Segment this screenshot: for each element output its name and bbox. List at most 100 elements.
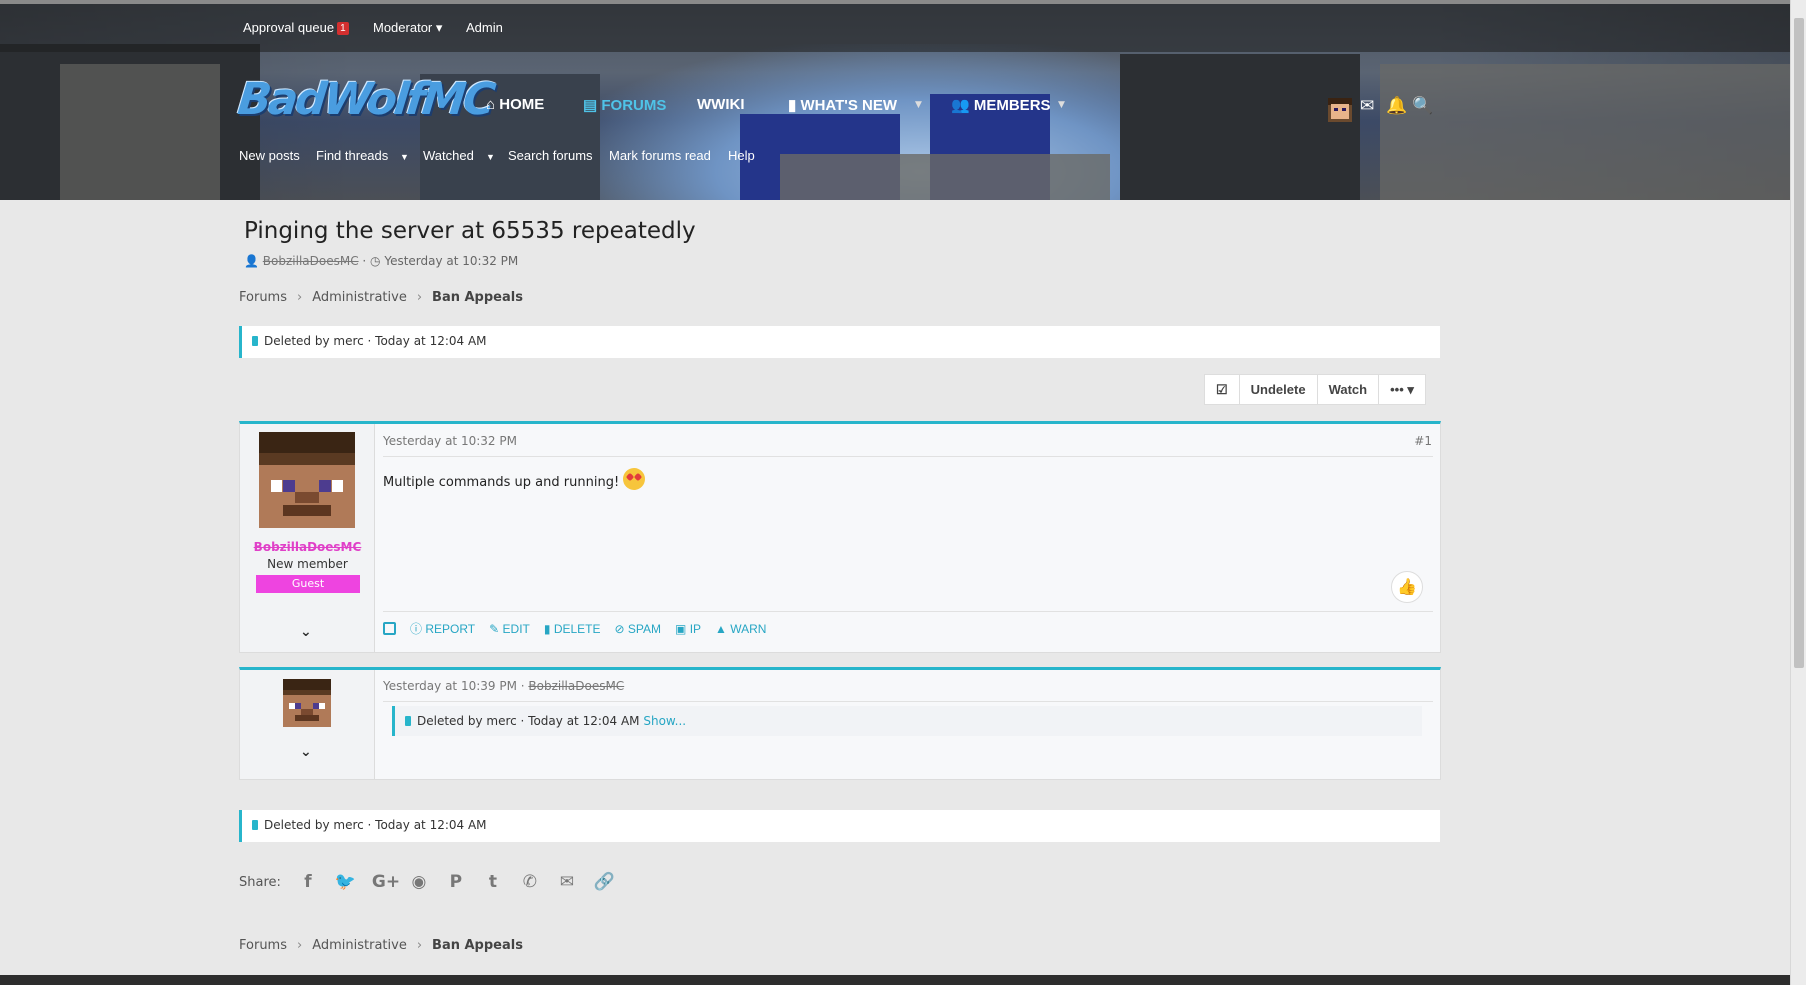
like-reaction-icon[interactable]: 👍	[1391, 571, 1423, 603]
thread-actions: ☑ Undelete Watch ••• ▾	[1204, 374, 1426, 405]
spam-link[interactable]: ⊘ SPAM	[615, 622, 662, 636]
home-icon: ⌂	[486, 96, 496, 113]
watched-caret-icon[interactable]: ▼	[486, 152, 495, 162]
subnav-watched[interactable]: Watched	[423, 148, 474, 163]
search-icon[interactable]: 🔍	[1412, 96, 1433, 116]
deleted-post-notice: Deleted by merc · Today at 12:04 AM Show…	[392, 706, 1422, 736]
deleted-notice-bottom: Deleted by merc · Today at 12:04 AM	[239, 810, 1440, 842]
link-icon[interactable]: 🔗	[594, 872, 615, 892]
facebook-icon[interactable]: f	[298, 872, 318, 892]
breadcrumb-forums[interactable]: Forums	[239, 938, 287, 953]
window-bottom-bar	[0, 975, 1790, 985]
find-threads-caret-icon[interactable]: ▼	[400, 152, 409, 162]
moderator-menu[interactable]: Moderator ▾	[373, 20, 442, 36]
show-deleted-link[interactable]: Show...	[643, 714, 686, 728]
post-2-meta: Yesterday at 10:39 PM · BobzillaDoesMC	[383, 679, 625, 693]
warn-link[interactable]: ▲ WARN	[715, 622, 766, 636]
post-2-date[interactable]: Yesterday at 10:39 PM	[383, 679, 517, 693]
subnav-find-threads[interactable]: Find threads	[316, 148, 388, 163]
post-2-author[interactable]: BobzillaDoesMC	[528, 679, 624, 693]
post-1-user-panel: BobzillaDoesMC New member Guest ⌄	[240, 424, 375, 652]
delete-link[interactable]: ▮ DELETE	[544, 622, 601, 636]
site-logo[interactable]: BadWolfMC	[235, 74, 495, 125]
approval-count-badge: 1	[337, 22, 349, 35]
page-scrollbar[interactable]	[1790, 0, 1806, 985]
user-title: New member	[267, 557, 348, 571]
whats-new-icon: ▮	[788, 97, 797, 114]
approval-queue-link[interactable]: Approval queue 1	[243, 20, 349, 35]
nav-wiki[interactable]: WWIKI	[697, 96, 745, 113]
trash-icon	[252, 820, 258, 830]
user-icon: 👤	[244, 254, 259, 268]
nav-whats-new[interactable]: ▮ WHAT'S NEW	[788, 96, 897, 114]
members-caret-icon[interactable]: ▼	[1058, 100, 1065, 110]
nav-forums[interactable]: ▤ FORUMS	[583, 96, 666, 114]
post-2-user-panel: ⌄	[240, 670, 375, 779]
clock-icon: ◷	[370, 254, 381, 268]
deleted-notice-top: Deleted by merc · Today at 12:04 AM	[239, 326, 1440, 358]
breadcrumb: Forums › Administrative › Ban Appeals	[239, 290, 523, 305]
thread-date[interactable]: Yesterday at 10:32 PM	[384, 254, 518, 268]
castle-bridge	[780, 154, 1110, 200]
subnav-help[interactable]: Help	[728, 148, 755, 163]
subnav-mark-forums-read[interactable]: Mark forums read	[609, 148, 711, 163]
expand-chevron-icon[interactable]: ⌄	[300, 744, 312, 760]
subnav-search-forums[interactable]: Search forums	[508, 148, 593, 163]
subnav-new-posts[interactable]: New posts	[239, 148, 300, 163]
scrollbar-thumb[interactable]	[1794, 18, 1804, 668]
user-banner: Guest	[256, 575, 360, 593]
page-title: Pinging the server at 65535 repeatedly	[244, 218, 696, 244]
castle-stone-left	[60, 64, 220, 200]
select-post-checkbox[interactable]	[383, 622, 396, 635]
expand-chevron-icon[interactable]: ⌄	[300, 624, 312, 640]
account-avatar[interactable]	[1328, 98, 1352, 122]
wiki-icon: W	[697, 96, 712, 113]
twitter-icon[interactable]: 🐦	[335, 872, 356, 892]
post-footer-divider	[383, 611, 1433, 612]
post-2: ⌄ Yesterday at 10:39 PM · BobzillaDoesMC…	[239, 667, 1441, 780]
share-label: Share:	[239, 874, 281, 890]
reddit-icon[interactable]: ◉	[409, 872, 429, 892]
post-1: BobzillaDoesMC New member Guest ⌄ Yester…	[239, 421, 1441, 653]
ip-link[interactable]: ▣ IP	[675, 622, 701, 636]
members-icon: 👥	[951, 97, 970, 114]
post-divider	[383, 456, 1433, 457]
more-options-button[interactable]: ••• ▾	[1379, 375, 1425, 404]
post-2-divider	[383, 701, 1433, 702]
alerts-bell-icon[interactable]: 🔔	[1386, 96, 1407, 116]
pinterest-icon[interactable]: P	[446, 872, 466, 892]
watch-button[interactable]: Watch	[1318, 375, 1380, 404]
post-body: Multiple commands up and running!	[383, 468, 646, 490]
tumblr-icon[interactable]: t	[483, 872, 503, 892]
inbox-icon[interactable]: ✉	[1360, 96, 1374, 116]
post-number[interactable]: #1	[1414, 434, 1432, 448]
breadcrumb-ban-appeals[interactable]: Ban Appeals	[432, 290, 523, 305]
nav-home[interactable]: ⌂ HOME	[486, 96, 544, 113]
trash-icon	[252, 336, 258, 346]
trash-icon	[405, 716, 411, 726]
post-username[interactable]: BobzillaDoesMC	[240, 540, 375, 554]
user-avatar-small[interactable]	[283, 679, 331, 727]
undelete-button[interactable]: Undelete	[1240, 375, 1318, 404]
user-avatar[interactable]	[259, 432, 355, 528]
thread-meta: 👤 BobzillaDoesMC · ◷ Yesterday at 10:32 …	[244, 254, 519, 268]
breadcrumb-administrative[interactable]: Administrative	[312, 938, 407, 953]
breadcrumb-forums[interactable]: Forums	[239, 290, 287, 305]
google-plus-icon[interactable]: G+	[372, 872, 400, 892]
castle-stone-right	[1380, 64, 1790, 200]
post-date[interactable]: Yesterday at 10:32 PM	[383, 434, 517, 448]
thread-author[interactable]: BobzillaDoesMC	[263, 254, 359, 268]
forums-icon: ▤	[583, 97, 598, 114]
whats-new-caret-icon[interactable]: ▼	[915, 100, 922, 110]
email-icon[interactable]: ✉	[557, 872, 577, 892]
admin-link[interactable]: Admin	[466, 20, 503, 35]
breadcrumb-bottom: Forums › Administrative › Ban Appeals	[239, 938, 523, 953]
edit-link[interactable]: ✎ EDIT	[489, 622, 530, 636]
whatsapp-icon[interactable]: ✆	[520, 872, 540, 892]
report-link[interactable]: ⓘ REPORT	[410, 620, 475, 637]
site-header: Approval queue 1 Moderator ▾ Admin BadWol…	[0, 4, 1790, 200]
breadcrumb-ban-appeals[interactable]: Ban Appeals	[432, 938, 523, 953]
nav-members[interactable]: 👥 MEMBERS	[951, 96, 1051, 114]
select-thread-checkbox-icon[interactable]: ☑	[1205, 375, 1240, 404]
breadcrumb-administrative[interactable]: Administrative	[312, 290, 407, 305]
